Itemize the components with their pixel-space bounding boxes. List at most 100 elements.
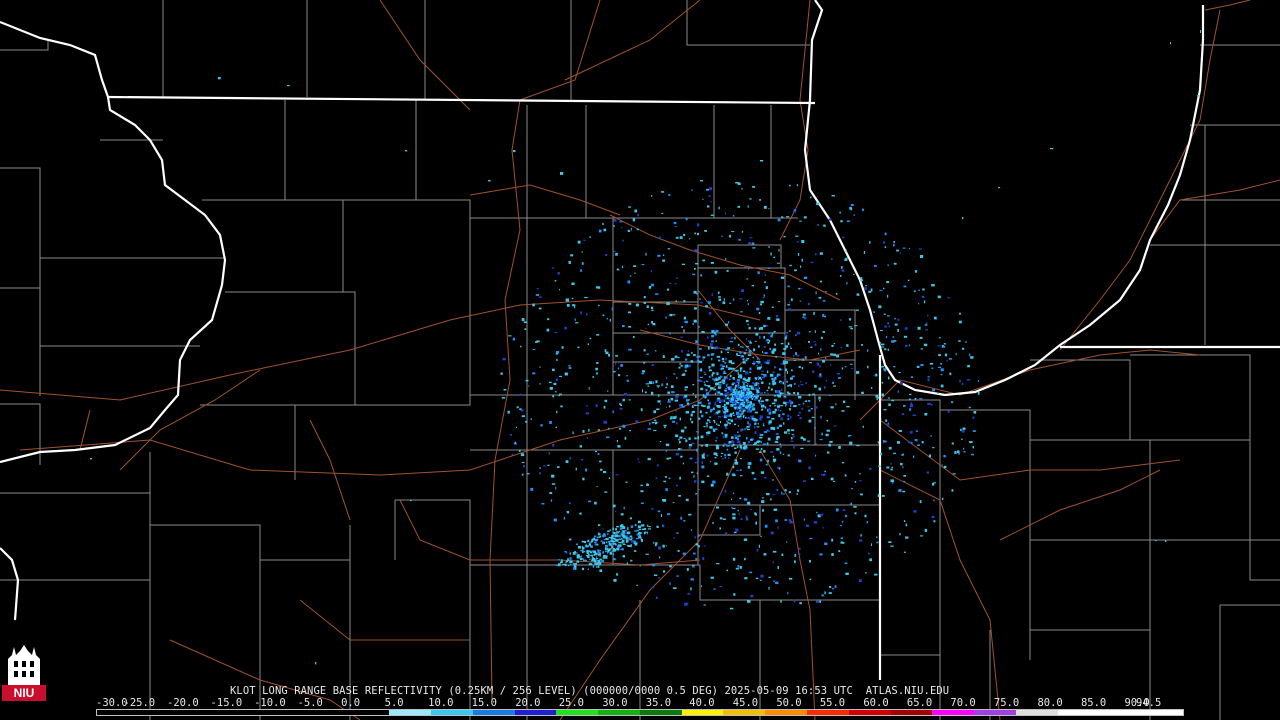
radar-echo: [735, 369, 739, 372]
radar-echo: [558, 394, 560, 397]
radar-echo: [826, 429, 830, 432]
colorbar-swatch: [472, 710, 515, 715]
radar-echo: [706, 434, 710, 436]
radar-echo: [719, 586, 723, 588]
colorbar-swatch: [848, 710, 891, 715]
radar-echo: [523, 321, 528, 323]
radar-echo: [819, 600, 821, 603]
radar-echo: [798, 366, 801, 368]
radar-echo: [634, 542, 638, 546]
radar-echo: [710, 408, 714, 411]
radar-echo: [565, 552, 568, 554]
radar-echo: [925, 322, 928, 324]
radar-echo: [786, 216, 790, 218]
radar-echo: [717, 397, 721, 400]
radar-echo: [634, 272, 636, 274]
radar-echo: [775, 315, 779, 318]
radar-echo: [739, 398, 741, 401]
radar-echo: [813, 311, 815, 315]
radar-echo: [729, 607, 734, 610]
radar-echo: [760, 160, 764, 162]
radar-echo: [732, 443, 735, 446]
radar-echo: [968, 406, 971, 409]
radar-echo: [587, 555, 590, 558]
radar-echo: [798, 287, 800, 290]
radar-echo: [886, 466, 890, 469]
radar-echo: [756, 549, 759, 552]
radar-echo: [551, 483, 556, 485]
radar-echo: [647, 524, 649, 527]
radar-echo: [599, 569, 602, 572]
radar-echo: [938, 354, 941, 356]
radar-echo: [657, 510, 661, 513]
colorbar-tick-label: -5.0: [297, 697, 323, 709]
radar-echo: [668, 194, 671, 196]
radar-echo: [790, 402, 792, 404]
radar-echo: [645, 328, 647, 330]
radar-echo: [856, 293, 860, 296]
radar-echo: [896, 249, 899, 252]
radar-echo: [814, 343, 817, 346]
radar-echo: [783, 422, 785, 425]
radar-echo: [798, 411, 801, 414]
radar-echo: [591, 540, 594, 542]
radar-echo: [759, 402, 763, 406]
radar-echo: [854, 325, 858, 327]
radar-echo: [817, 224, 819, 226]
radar-echo: [703, 371, 706, 373]
radar-echo: [793, 392, 796, 394]
radar-echo: [718, 359, 721, 362]
radar-echo: [667, 391, 671, 394]
radar-echo: [690, 578, 694, 581]
radar-echo: [640, 490, 644, 493]
radar-echo: [735, 400, 738, 402]
radar-echo: [776, 436, 780, 439]
radar-echo: [794, 269, 797, 272]
radar-echo: [779, 467, 781, 470]
radar-echo: [724, 424, 728, 427]
radar-echo: [749, 571, 753, 574]
radar-echo: [795, 235, 799, 237]
radar-echo: [683, 329, 685, 333]
radar-echo: [679, 236, 683, 239]
radar-echo: [770, 334, 773, 338]
radar-echo: [829, 394, 832, 396]
radar-echo: [830, 406, 834, 409]
radar-echo: [731, 362, 735, 365]
radar-echo: [812, 393, 815, 396]
radar-echo: [587, 343, 589, 345]
radar-echo: [602, 551, 604, 554]
radar-map: [0, 0, 1280, 720]
radar-echo: [893, 243, 895, 247]
radar-echo: [819, 399, 821, 402]
radar-echo: [690, 587, 692, 591]
radar-echo: [931, 515, 935, 519]
radar-echo: [909, 404, 913, 408]
radar-echo: [606, 436, 610, 439]
radar-echo: [839, 211, 841, 214]
radar-echo: [757, 361, 761, 364]
radar-echo: [727, 453, 731, 456]
radar-echo: [550, 499, 553, 502]
radar-echo: [737, 387, 742, 389]
radar-echo: [560, 405, 563, 408]
radar-echo: [780, 342, 784, 345]
radar-echo: [588, 387, 590, 390]
radar-echo: [693, 319, 697, 323]
radar-echo: [784, 355, 786, 358]
radar-echo: [694, 461, 698, 464]
radar-echo: [772, 411, 776, 414]
radar-echo: [715, 340, 717, 343]
radar-echo: [754, 431, 757, 434]
radar-echo: [972, 430, 976, 432]
radar-echo: [594, 535, 597, 538]
radar-echo: [781, 491, 783, 495]
radar-echo: [668, 399, 670, 402]
radar-echo: [880, 452, 883, 456]
radar-echo: [583, 559, 587, 562]
radar-echo: [704, 397, 707, 399]
radar-echo: [722, 435, 724, 439]
radar-echo: [571, 282, 575, 285]
radar-echo: [597, 429, 600, 431]
radar-echo: [776, 448, 780, 451]
